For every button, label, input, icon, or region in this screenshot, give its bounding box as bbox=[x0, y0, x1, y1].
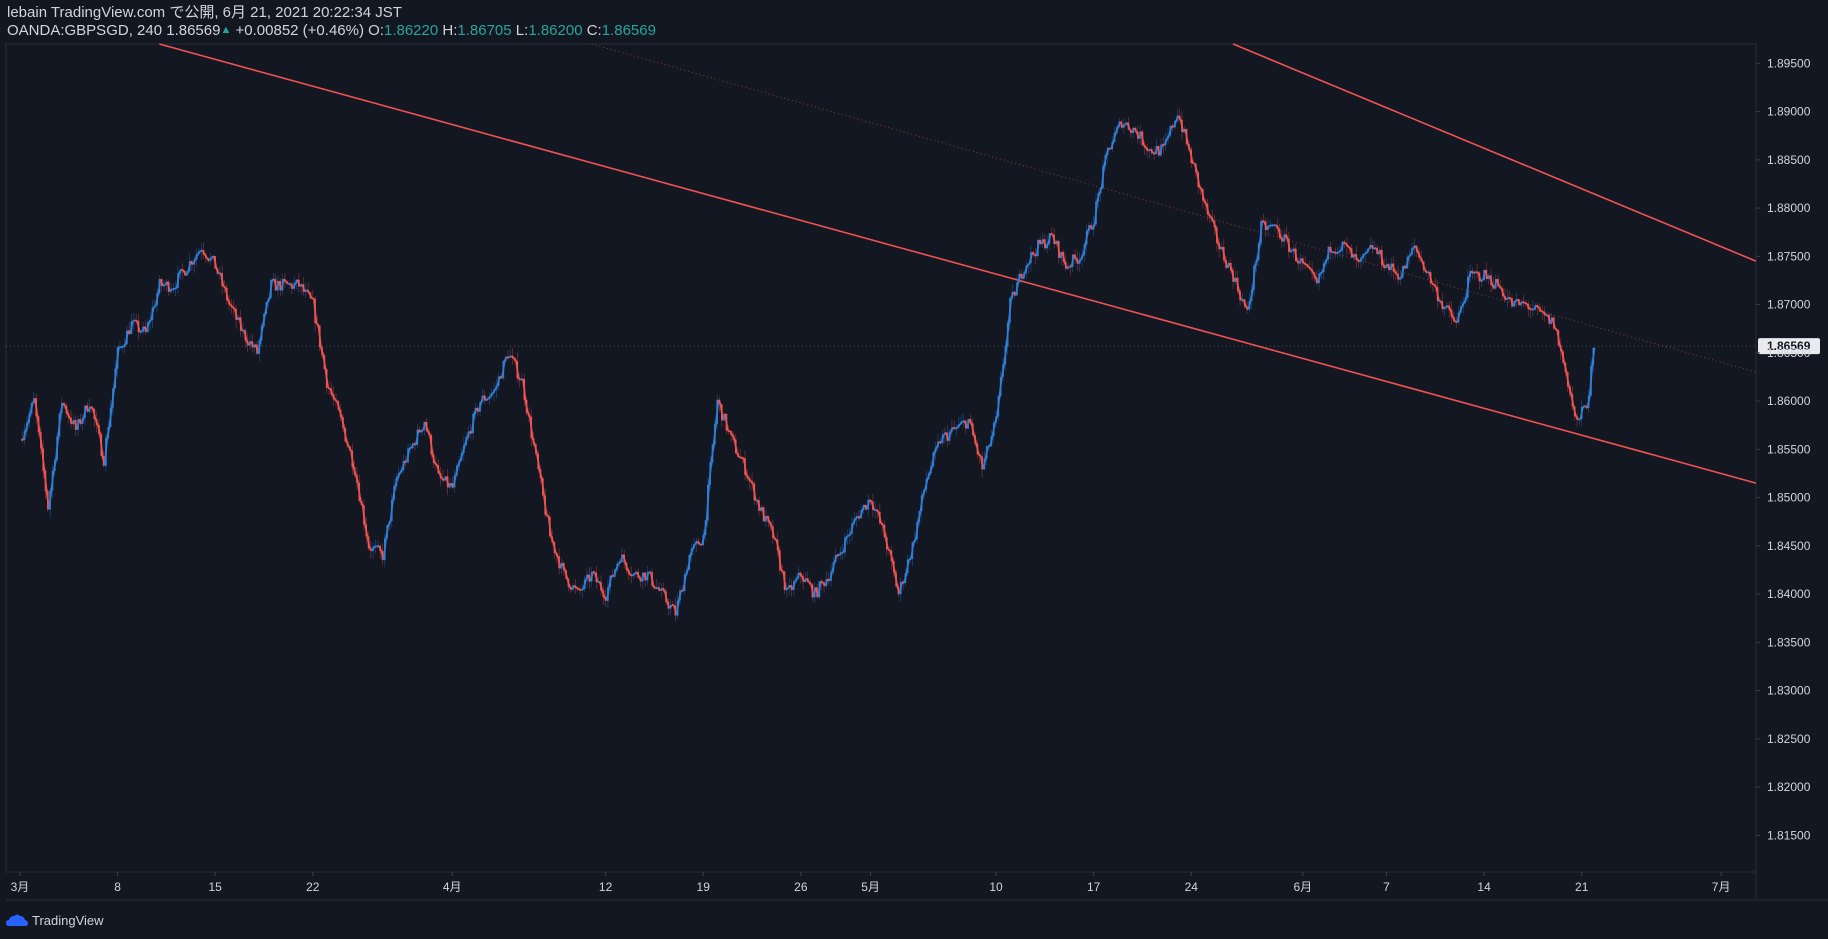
trendlines bbox=[159, 43, 1757, 484]
time-tick-label: 24 bbox=[1185, 880, 1199, 894]
candle-link bbox=[174, 286, 178, 290]
time-tick-label: 8 bbox=[114, 880, 121, 894]
price-tick-label: 1.85000 bbox=[1767, 491, 1811, 505]
price-tick-label: 1.89000 bbox=[1767, 105, 1811, 119]
candle-link bbox=[1319, 271, 1323, 275]
price-axis[interactable]: 1.89500 1.89000 1.88500 1.88000 1.87500 1.870… bbox=[1756, 56, 1811, 842]
time-tick-label: 22 bbox=[306, 880, 320, 894]
cloud-icon bbox=[6, 914, 28, 926]
tradingview-brand: TradingView bbox=[32, 912, 104, 928]
price-tick-label: 1.82000 bbox=[1767, 780, 1811, 794]
candle-link bbox=[1303, 262, 1307, 266]
candle-link bbox=[1261, 220, 1265, 223]
candle-link bbox=[132, 319, 136, 323]
candle-link bbox=[887, 548, 891, 552]
time-tick-label: 12 bbox=[599, 880, 613, 894]
candle-link bbox=[1363, 251, 1368, 255]
tradingview-logo[interactable]: TradingView bbox=[6, 911, 104, 929]
trendline[interactable] bbox=[1232, 43, 1757, 262]
candle-link bbox=[578, 588, 582, 592]
candle-link bbox=[580, 588, 584, 592]
candle-link bbox=[1289, 249, 1293, 253]
price-tick-label: 1.88500 bbox=[1767, 153, 1811, 167]
price-tick-label: 1.87500 bbox=[1767, 249, 1811, 263]
candle-link bbox=[1524, 301, 1528, 305]
current-price-line: 1.86569 bbox=[6, 338, 1820, 355]
time-tick-label: 21 bbox=[1575, 880, 1589, 894]
candle-link bbox=[1192, 162, 1195, 165]
candle-link bbox=[1336, 251, 1340, 255]
time-tick-label: 19 bbox=[697, 880, 711, 894]
price-tick-label: 1.83000 bbox=[1767, 684, 1811, 698]
price-tick-label: 1.84000 bbox=[1767, 587, 1811, 601]
candle-link bbox=[1442, 306, 1447, 310]
price-tick-label: 1.84500 bbox=[1767, 539, 1811, 553]
price-tick-label: 1.86000 bbox=[1767, 394, 1811, 408]
candle-link bbox=[327, 387, 331, 390]
candle-link bbox=[820, 580, 824, 584]
price-tick-label: 1.83500 bbox=[1767, 635, 1811, 649]
time-tick-label: 7月 bbox=[1712, 880, 1731, 894]
candle-link bbox=[1050, 232, 1054, 236]
time-tick-label: 10 bbox=[989, 880, 1003, 894]
time-tick-label: 17 bbox=[1087, 880, 1101, 894]
price-tick-label: 1.89500 bbox=[1767, 56, 1811, 70]
candle-link bbox=[954, 426, 959, 430]
price-tick-label: 1.87000 bbox=[1767, 298, 1811, 312]
candle-link bbox=[1431, 282, 1435, 286]
candle-link bbox=[592, 571, 596, 574]
price-chart[interactable]: 1.86569 1.89500 1.89000 1.88500 1.88000 1.87… bbox=[0, 0, 1828, 939]
candle-link bbox=[1475, 271, 1479, 274]
candle-link bbox=[1473, 271, 1477, 275]
candle-link bbox=[1268, 224, 1272, 227]
price-tick-label: 1.81500 bbox=[1767, 828, 1811, 842]
time-tick-label: 14 bbox=[1477, 880, 1491, 894]
price-tick-label: 1.82500 bbox=[1767, 732, 1811, 746]
price-tick-label: 1.86500 bbox=[1767, 346, 1811, 360]
candle-link bbox=[1338, 249, 1342, 253]
candle-link bbox=[908, 558, 912, 561]
candle-link bbox=[134, 319, 138, 322]
price-tick-label: 1.85500 bbox=[1767, 442, 1811, 456]
time-tick-label: 7 bbox=[1383, 880, 1390, 894]
candle-link bbox=[576, 587, 580, 590]
time-tick-label: 3月 bbox=[11, 880, 30, 894]
candle-link bbox=[738, 456, 742, 459]
candle-link bbox=[780, 569, 784, 573]
candle-link bbox=[222, 285, 227, 289]
candle-link bbox=[1522, 301, 1526, 304]
time-axis[interactable]: 3月 8 15 22 4月 12 19 26 5月 10 17 24 6月 7 14 21 7月 bbox=[11, 872, 1731, 894]
time-tick-label: 5月 bbox=[861, 880, 880, 894]
time-tick-label: 15 bbox=[208, 880, 222, 894]
candles bbox=[20, 108, 1596, 622]
time-tick-label: 4月 bbox=[443, 880, 462, 894]
price-tick-label: 1.88000 bbox=[1767, 201, 1811, 215]
candle-link bbox=[1480, 279, 1484, 283]
time-tick-label: 26 bbox=[794, 880, 808, 894]
plot-frame bbox=[5, 43, 1757, 873]
candle-link bbox=[162, 284, 166, 287]
time-tick-label: 6月 bbox=[1293, 880, 1312, 894]
candle-link bbox=[1529, 308, 1532, 311]
trendline[interactable] bbox=[159, 43, 1757, 484]
